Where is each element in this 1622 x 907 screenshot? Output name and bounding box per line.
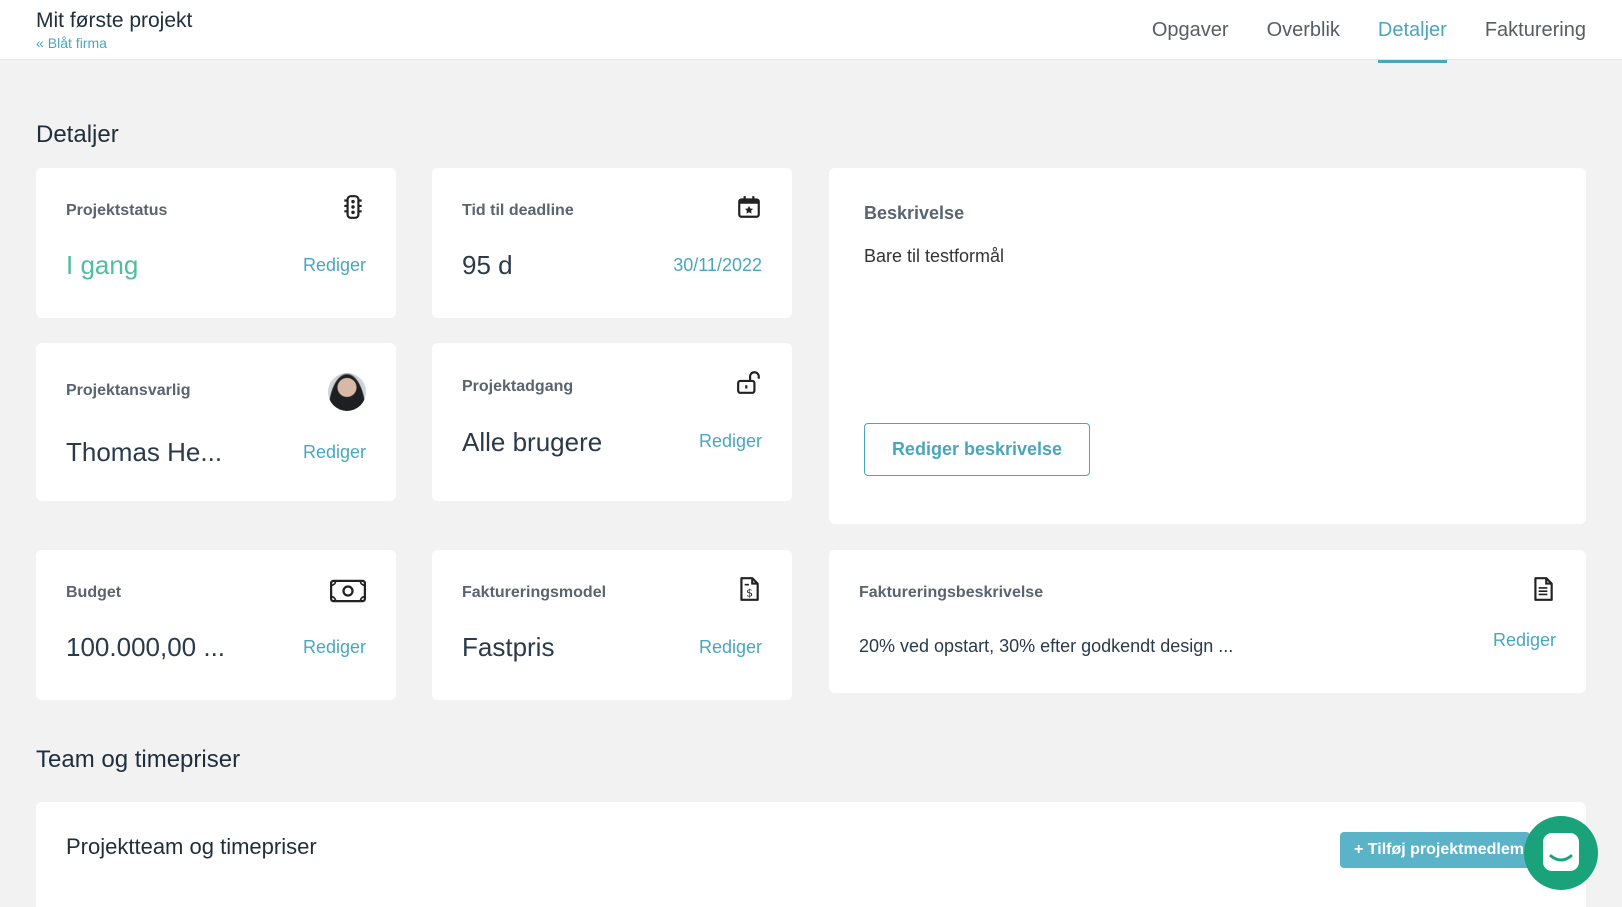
back-link-label: Blåt firma	[47, 35, 107, 51]
tab-bar: Opgaver Overblik Detaljer Fakturering	[1152, 0, 1586, 63]
billing-description-text: 20% ved opstart, 30% efter godkendt desi…	[859, 636, 1234, 656]
status-label: Projektstatus	[66, 202, 168, 219]
billing-model-card: Faktureringsmodel $ Fastpris Rediger	[432, 550, 792, 700]
team-section-title: Team og timepriser	[36, 746, 241, 773]
budget-label: Budget	[66, 584, 122, 601]
document-icon	[1534, 577, 1553, 601]
description-text: Bare til testformål	[864, 246, 1005, 266]
project-title: Mit første projekt	[36, 9, 193, 32]
invoice-dollar-icon: $	[740, 577, 759, 601]
billing-model-value: Fastpris	[462, 632, 555, 662]
status-value: I gang	[66, 250, 139, 280]
access-value: Alle brugere	[462, 427, 603, 457]
tab-overblik[interactable]: Overblik	[1267, 0, 1340, 60]
add-project-member-button[interactable]: + Tilføj projektmedlem	[1340, 832, 1530, 868]
status-edit-link[interactable]: Rediger	[303, 255, 366, 276]
billing-description-card: Faktureringsbeskrivelse 20% ved opstart,…	[829, 550, 1586, 693]
team-card: Projektteam og timepriser + Tilføj proje…	[36, 802, 1586, 907]
top-bar: Mit første projekt «Blåt firma Opgaver O…	[0, 0, 1622, 63]
responsible-card: Projektansvarlig Thomas He... Rediger	[36, 343, 396, 501]
status-card: Projektstatus I gang Rediger	[36, 168, 396, 318]
calendar-star-icon	[738, 196, 760, 218]
budget-card: Budget 100.000,00 ... Rediger	[36, 550, 396, 700]
deadline-card: Tid til deadline 95 d 30/11/2022	[432, 168, 792, 318]
billing-model-edit-link[interactable]: Rediger	[699, 637, 762, 658]
deadline-date[interactable]: 30/11/2022	[673, 255, 762, 276]
access-label: Projektadgang	[462, 378, 574, 395]
avatar	[328, 373, 366, 411]
deadline-value: 95 d	[462, 250, 513, 280]
billing-description-edit-link[interactable]: Rediger	[1493, 630, 1556, 651]
traffic-light-icon	[344, 195, 362, 219]
edit-description-button[interactable]: Rediger beskrivelse	[864, 423, 1090, 476]
responsible-value: Thomas He...	[66, 437, 223, 467]
double-chevron-left-icon: «	[36, 35, 44, 51]
back-link[interactable]: «Blåt firma	[36, 35, 107, 51]
access-edit-link[interactable]: Rediger	[699, 431, 762, 452]
details-section-title: Detaljer	[36, 121, 119, 148]
tab-detaljer[interactable]: Detaljer	[1377, 0, 1447, 63]
access-card: Projektadgang Alle brugere Rediger	[432, 343, 792, 501]
responsible-label: Projektansvarlig	[66, 382, 191, 399]
budget-value: 100.000,00 ...	[66, 632, 226, 662]
tab-opgaver[interactable]: Opgaver	[1152, 0, 1229, 60]
budget-edit-link[interactable]: Rediger	[303, 637, 366, 658]
billing-description-label: Faktureringsbeskrivelse	[859, 584, 1044, 601]
tab-fakturering[interactable]: Fakturering	[1485, 0, 1586, 60]
billing-model-label: Faktureringsmodel	[462, 584, 607, 601]
unlock-icon	[737, 371, 760, 394]
description-label: Beskrivelse	[864, 203, 965, 223]
chat-launcher-button[interactable]	[1524, 816, 1598, 890]
chat-icon	[1543, 833, 1579, 871]
responsible-edit-link[interactable]: Rediger	[303, 442, 366, 463]
money-icon	[330, 579, 366, 603]
description-card: Beskrivelse Bare til testformål Rediger …	[829, 168, 1586, 524]
team-card-title: Projektteam og timepriser	[66, 834, 317, 859]
deadline-label: Tid til deadline	[462, 202, 574, 219]
svg-text:$: $	[746, 587, 753, 600]
